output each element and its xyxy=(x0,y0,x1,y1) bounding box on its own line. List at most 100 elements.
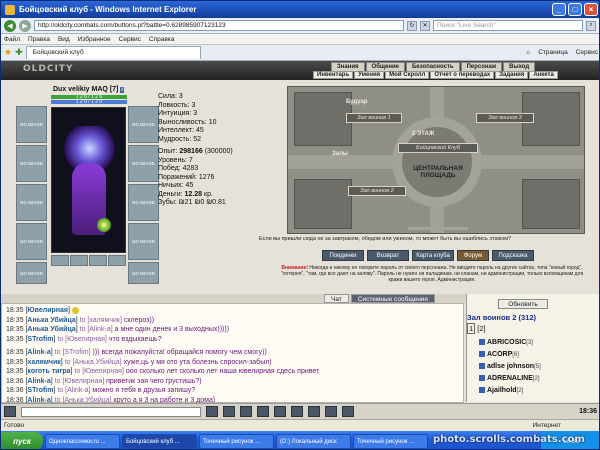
task-item[interactable]: Бойцовский клуб ... xyxy=(122,433,197,449)
game-banner: OLDCITY Знания Общение Безопасность Перс… xyxy=(1,61,599,80)
equipment-slot[interactable]: NO IMAGE xyxy=(16,184,47,221)
map-building xyxy=(294,179,352,229)
ie-icon xyxy=(5,4,15,15)
stat-agility: Ловкость: 3 xyxy=(158,101,196,109)
task-item[interactable]: Точечный рисунок ... xyxy=(353,433,428,449)
nav-profile[interactable]: Анкета xyxy=(529,71,558,79)
nav-transfers[interactable]: Отчет о переводах xyxy=(430,71,495,79)
map-hall-1[interactable]: Зал воинов 1 xyxy=(346,113,402,123)
refresh-button[interactable]: Обновить xyxy=(498,299,548,309)
character-avatar[interactable] xyxy=(51,107,126,253)
translit-icon[interactable] xyxy=(291,406,303,417)
ring-slot[interactable] xyxy=(89,255,107,266)
menu-tools[interactable]: Сервис xyxy=(119,36,141,43)
tab-chat[interactable]: Чат xyxy=(324,294,349,303)
home-icon[interactable]: ⌂ xyxy=(526,49,530,56)
player-item[interactable]: ACORP[6] xyxy=(479,349,541,361)
sound-icon[interactable] xyxy=(325,406,337,417)
smiles-icon[interactable] xyxy=(240,406,252,417)
club-map-button[interactable]: Карта клуба xyxy=(412,250,454,261)
page-menu[interactable]: Страница xyxy=(538,49,567,56)
tab-system-messages[interactable]: Системные сообщения xyxy=(350,294,435,303)
equipment-slot[interactable]: NO IMAGE xyxy=(128,145,159,182)
forum-button[interactable]: Форум xyxy=(457,250,489,261)
task-item[interactable]: (D:) Локальный диск xyxy=(276,433,351,449)
hint-button[interactable]: Подсказка xyxy=(492,250,534,261)
character-name[interactable]: Dux velikiy MAQ [7] i xyxy=(53,86,124,93)
minimize-button[interactable]: _ xyxy=(552,3,566,16)
settings-icon[interactable] xyxy=(274,406,286,417)
chat-log: 18:35 [Ювелирная] 18:35 [Анька Убийца] t… xyxy=(1,303,464,404)
chat-tool-icon[interactable] xyxy=(4,406,16,417)
refresh-icon[interactable]: ↻ xyxy=(407,20,417,31)
chat-input[interactable] xyxy=(21,406,201,417)
ring-slot[interactable] xyxy=(108,255,126,266)
equipment-slot[interactable]: NO IMAGE xyxy=(128,262,159,284)
filter-icon[interactable] xyxy=(257,406,269,417)
status-text: Готово xyxy=(4,422,25,429)
ring-slot[interactable] xyxy=(51,255,69,266)
map-halls[interactable]: Залы xyxy=(332,151,348,157)
map-building xyxy=(294,92,352,146)
menu-edit[interactable]: Правка xyxy=(28,36,50,43)
nav-quests[interactable]: Задания xyxy=(495,71,529,79)
ring-slot[interactable] xyxy=(70,255,88,266)
smiley-icon xyxy=(71,306,79,314)
page-1[interactable]: 1 xyxy=(467,323,476,334)
room-title: Зал воинов 2 (312) xyxy=(467,313,536,322)
send-icon[interactable] xyxy=(206,406,218,417)
scroll-icon[interactable] xyxy=(308,406,320,417)
map-central-square[interactable]: ЦЕНТРАЛЬНАЯ ПЛОЩАДЬ xyxy=(408,165,468,179)
map-hall-2[interactable]: Зал воинов 2 xyxy=(348,186,406,196)
maximize-button[interactable]: □ xyxy=(568,3,582,16)
search-icon[interactable]: ⌕ xyxy=(586,20,596,31)
task-item[interactable]: Точечный рисунок ... xyxy=(199,433,274,449)
equipment-slot[interactable]: NO IMAGE xyxy=(16,262,47,284)
stat-draws: Ничьих: 45 xyxy=(158,182,194,189)
task-item[interactable]: Одноклассники.ru ... xyxy=(45,433,120,449)
nav-inventory[interactable]: Инвентарь xyxy=(313,71,354,79)
back-icon[interactable]: ◀ xyxy=(4,19,16,32)
duels-button[interactable]: Поединки xyxy=(322,250,364,261)
map-hall-3[interactable]: Зал воинов 3 xyxy=(476,113,534,123)
equipment-slot[interactable]: NO IMAGE xyxy=(128,223,159,260)
player-item[interactable]: ABRICOSIC[3] xyxy=(479,337,541,349)
exit-icon[interactable] xyxy=(342,406,354,417)
equipment-slot[interactable]: NO IMAGE xyxy=(16,223,47,260)
clear-icon[interactable] xyxy=(223,406,235,417)
menu-file[interactable]: Файл xyxy=(4,36,20,43)
return-button[interactable]: Возврат xyxy=(367,250,409,261)
page-2[interactable]: 2 xyxy=(479,324,483,333)
map-boudoir[interactable]: Будуар xyxy=(346,99,368,105)
search-input[interactable]: Поиск "Live Search" xyxy=(433,20,583,31)
close-button[interactable]: × xyxy=(584,3,598,16)
equipment-slot[interactable]: NO IMAGE xyxy=(16,106,47,143)
address-bar[interactable]: http://oldcity.combats.com/buttons.pl?ba… xyxy=(34,20,404,31)
stat-experience: Опыт: 298166 (300000) xyxy=(158,148,233,155)
menu-view[interactable]: Вид xyxy=(58,36,70,43)
menu-favorites[interactable]: Избранное xyxy=(78,36,111,43)
start-button[interactable]: пуск xyxy=(1,432,43,449)
player-item[interactable]: ADRENALINE[2] xyxy=(479,373,541,385)
menu-help[interactable]: Справка xyxy=(149,36,175,43)
stat-teeth: Зубы: ₪21 ₪0 ₪0.81 xyxy=(158,199,226,206)
forward-icon[interactable]: ▶ xyxy=(19,19,31,32)
player-item[interactable]: adlse johnson[5] xyxy=(479,361,541,373)
bottom-slots xyxy=(51,255,126,266)
equipment-slot[interactable]: NO IMAGE xyxy=(128,106,159,143)
room-pages: 1 [2] xyxy=(467,323,486,334)
favorites-star-icon[interactable]: ★ xyxy=(4,47,12,58)
equipment-slot[interactable]: NO IMAGE xyxy=(16,145,47,182)
map-fight-club[interactable]: Бойцовский Клуб xyxy=(398,143,478,153)
info-icon[interactable]: i xyxy=(120,87,124,93)
stop-icon[interactable]: ✕ xyxy=(420,20,430,31)
nav-scroll[interactable]: Мой Скролл xyxy=(385,71,430,79)
equipment-slot[interactable]: NO IMAGE xyxy=(128,184,159,221)
tab-fight-club[interactable]: Бойцовский клуб xyxy=(25,46,201,59)
clan-icon xyxy=(479,387,485,394)
player-item[interactable]: Ajailhold[2] xyxy=(479,385,541,397)
stat-money: Деньги: 12.28 кр. xyxy=(158,190,213,198)
nav-skills[interactable]: Умения xyxy=(354,71,385,79)
tools-menu[interactable]: Сервис xyxy=(576,49,598,56)
add-favorite-icon[interactable]: ✚ xyxy=(15,47,23,58)
